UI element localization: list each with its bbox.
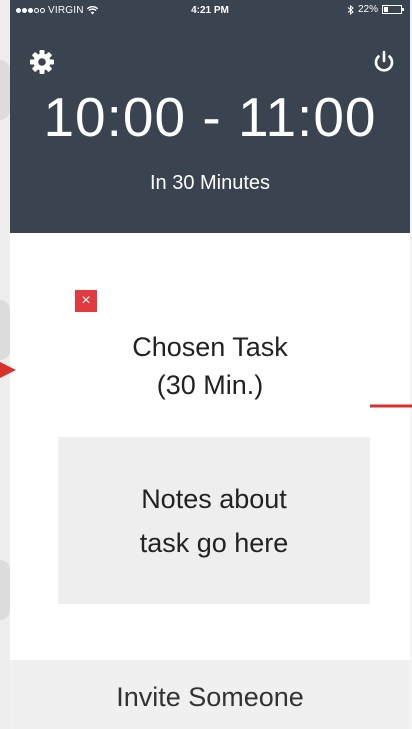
battery-fill — [384, 7, 388, 12]
invite-someone-button[interactable]: Invite Someone — [10, 660, 410, 729]
gear-icon[interactable] — [28, 48, 56, 76]
task-title: Chosen Task (30 Min.) — [10, 328, 410, 404]
status-bar: VIRGIN 4:21 PM 22% — [10, 0, 410, 22]
backdrop-shape — [0, 60, 10, 120]
task-notes-text: Notes about task go here — [140, 477, 289, 565]
backdrop-shape — [0, 560, 10, 620]
power-icon[interactable] — [370, 48, 398, 76]
task-notes[interactable]: Notes about task go here — [58, 437, 370, 604]
battery-icon — [382, 5, 404, 14]
mockup-frame: VIRGIN 4:21 PM 22% 10:00 - 11:00 In 30 M… — [0, 0, 412, 729]
phone-screen: VIRGIN 4:21 PM 22% 10:00 - 11:00 In 30 M… — [10, 0, 410, 729]
notes-line: Notes about — [141, 483, 287, 514]
annotation-arrow-right — [0, 362, 16, 378]
delete-task-button[interactable]: × — [75, 290, 97, 312]
annotation-arrow-line — [370, 404, 412, 408]
notes-line: task go here — [139, 527, 289, 558]
close-icon: × — [81, 292, 91, 309]
countdown-label: In 30 Minutes — [149, 172, 271, 194]
task-duration: (30 Min.) — [156, 370, 264, 400]
battery-percent: 22% — [357, 4, 378, 15]
task-name: Chosen Task — [132, 332, 288, 362]
backdrop-shape — [0, 300, 10, 360]
time-header: VIRGIN 4:21 PM 22% 10:00 - 11:00 In 30 M… — [10, 0, 410, 233]
time-range: 10:00 - 11:00 — [43, 86, 377, 148]
status-right: 22% — [347, 4, 404, 15]
bluetooth-icon — [347, 4, 354, 15]
